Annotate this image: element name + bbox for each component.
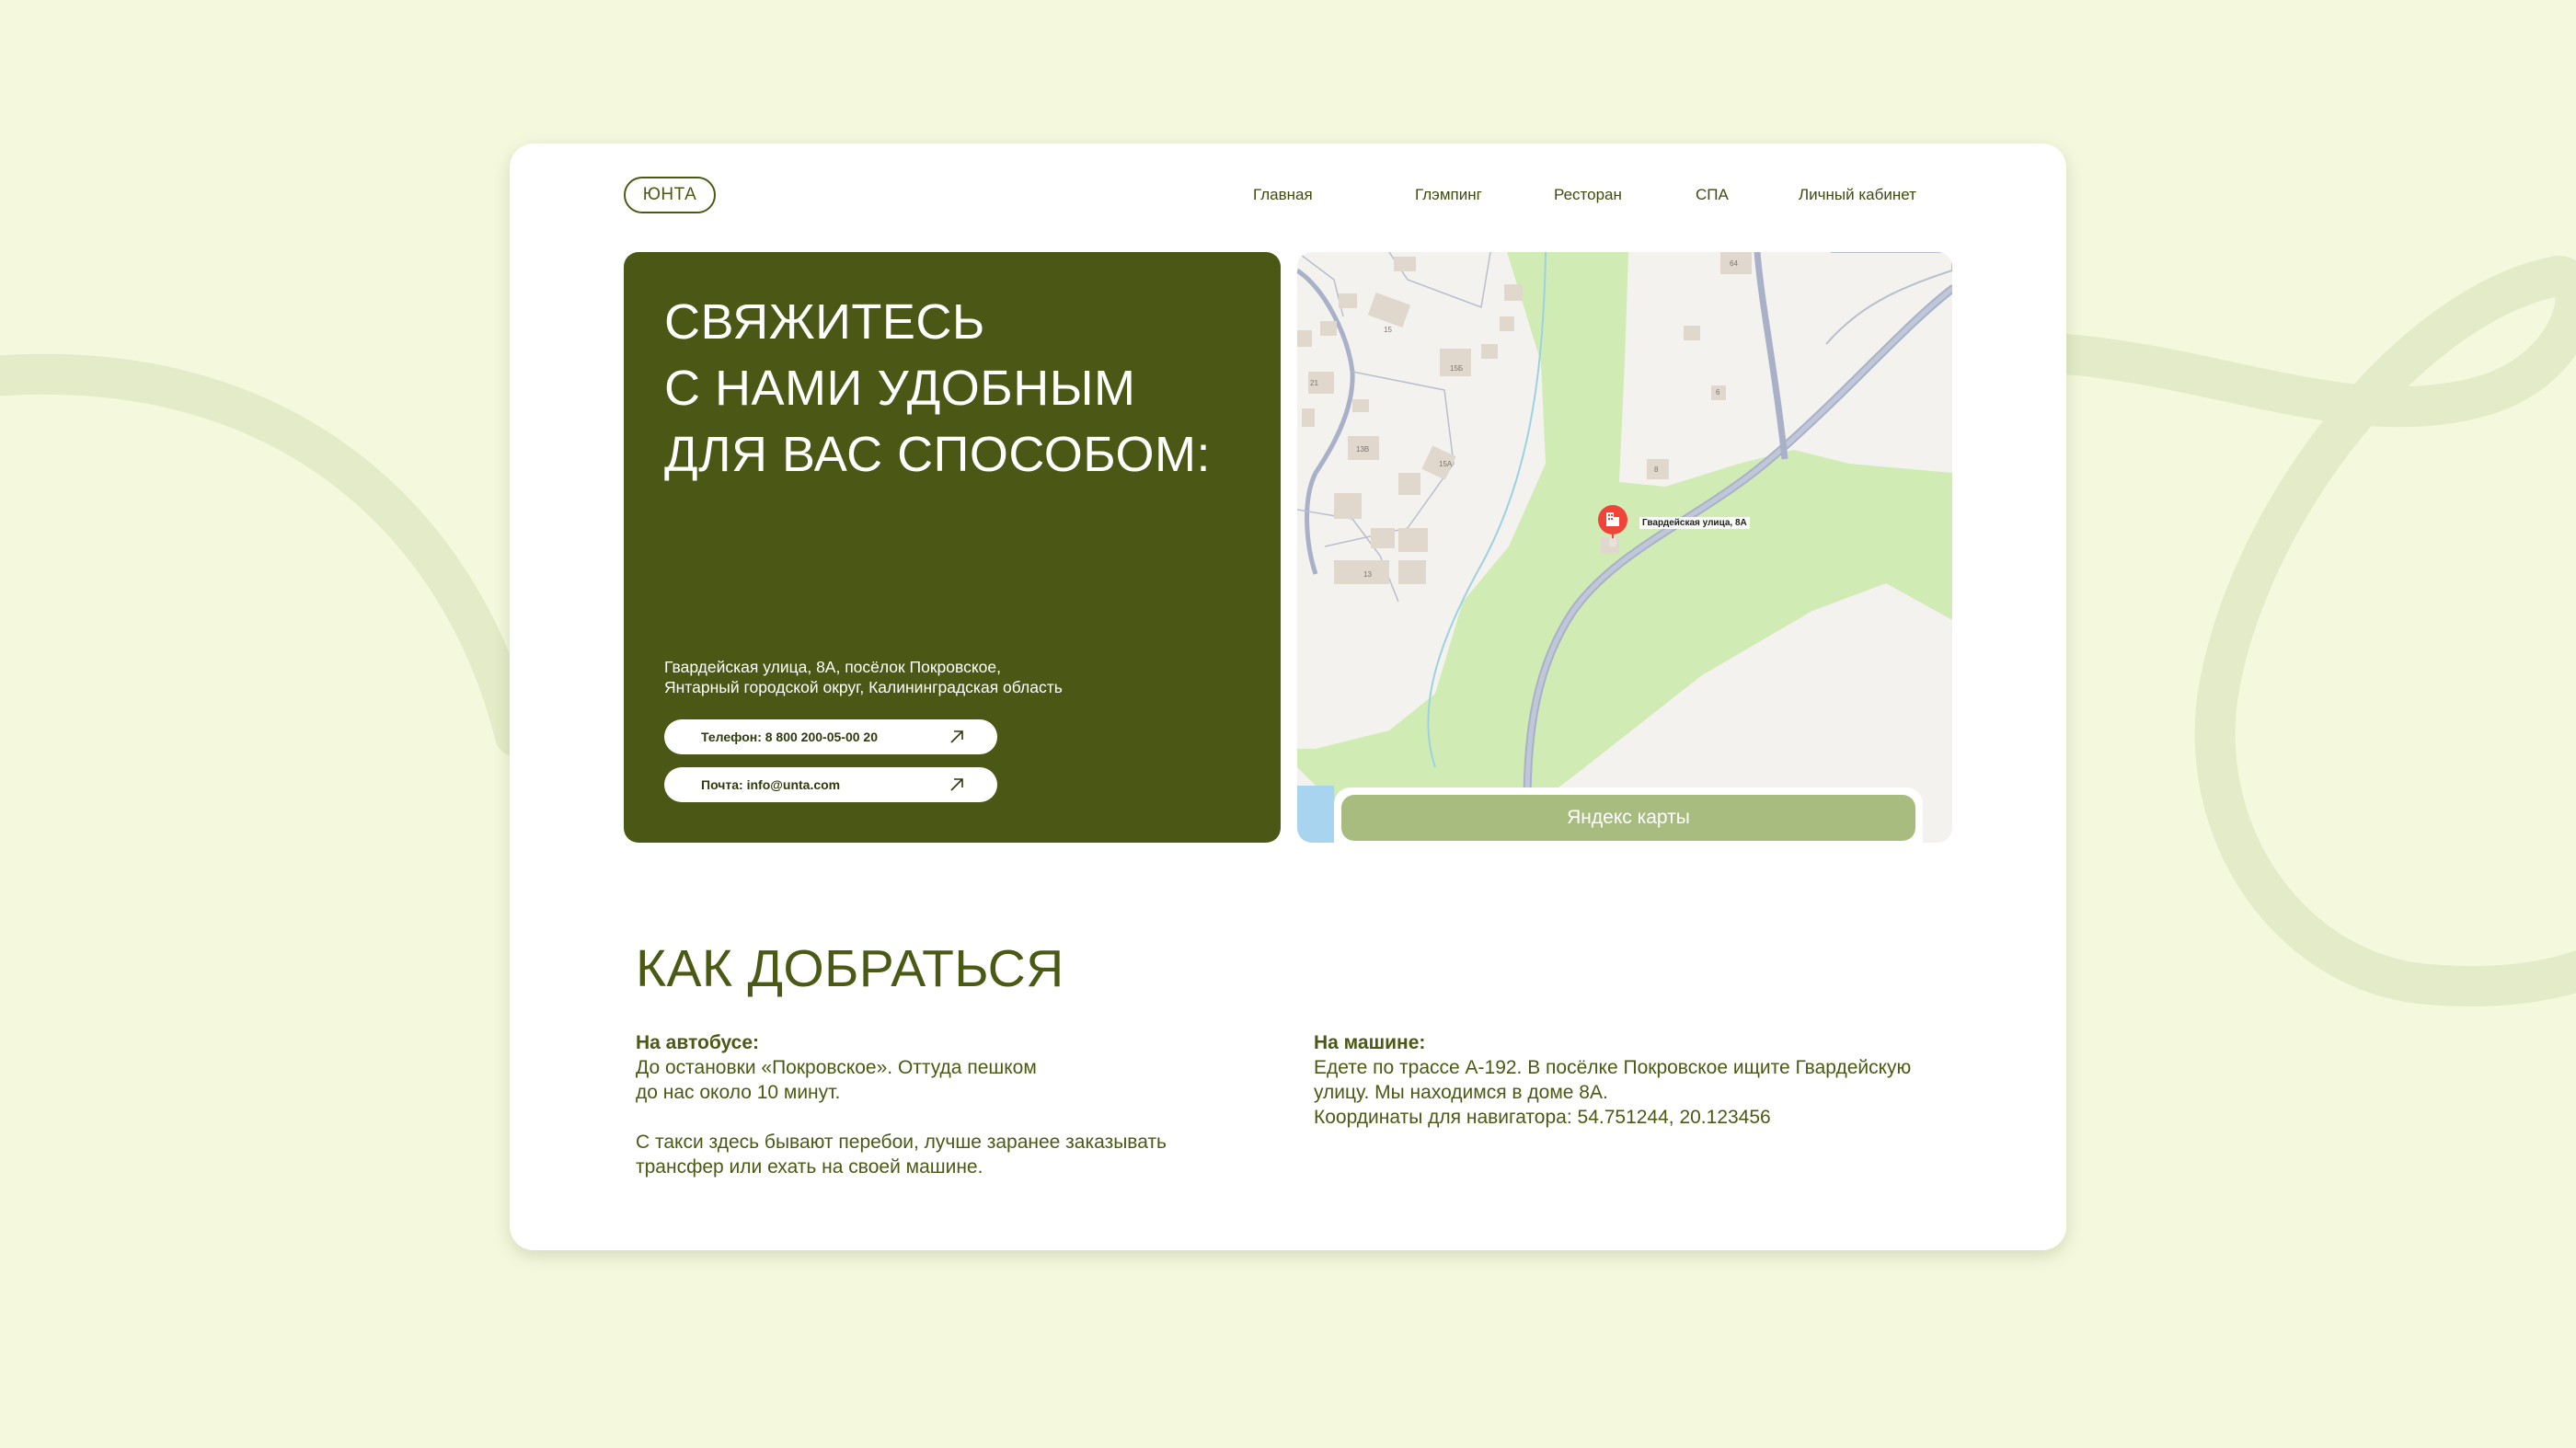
arrow-up-right-icon	[950, 778, 963, 791]
car-directions: На машине: Едете по трассе А-192. В посё…	[1314, 1030, 1995, 1130]
nav-glamping[interactable]: Глэмпинг	[1415, 186, 1482, 204]
bus-directions: На автобусе: До остановки «Покровское». …	[636, 1030, 1225, 1179]
nav-restaurant[interactable]: Ресторан	[1554, 186, 1622, 204]
phone-label: Телефон: 8 800 200-05-00 20	[701, 730, 878, 744]
nav-account[interactable]: Личный кабинет	[1799, 186, 1916, 204]
email-label: Почта: info@unta.com	[701, 777, 841, 792]
contact-panel: СВЯЖИТЕСЬ С НАМИ УДОБНЫМ ДЛЯ ВАС СПОСОБО…	[624, 252, 1281, 843]
house-number: 15	[1384, 326, 1392, 334]
directions-title: КАК ДОБРАТЬСЯ	[636, 939, 1064, 998]
house-number: 8	[1654, 465, 1659, 474]
location-map[interactable]: 64 15 15Б 21 13В 15А 6 8 13 Гвардейская …	[1297, 252, 1952, 843]
logo[interactable]: ЮНТА	[624, 177, 716, 213]
email-button[interactable]: Почта: info@unta.com	[664, 767, 997, 802]
car-text: Едете по трассе А-192. В посёлке Покровс…	[1314, 1057, 1912, 1128]
bus-note: С такси здесь бывают перебои, лучше зара…	[636, 1132, 1167, 1178]
nav-home[interactable]: Главная	[1253, 186, 1313, 204]
house-number: 64	[1730, 259, 1738, 268]
house-number: 13	[1363, 570, 1372, 579]
house-number: 13В	[1356, 445, 1370, 454]
house-number: 21	[1310, 379, 1318, 387]
contact-title: СВЯЖИТЕСЬ С НАМИ УДОБНЫМ ДЛЯ ВАС СПОСОБО…	[664, 294, 1212, 482]
car-heading: На машине:	[1314, 1032, 1426, 1053]
yandex-maps-button[interactable]: Яндекс карты	[1341, 795, 1915, 841]
bus-heading: На автобусе:	[636, 1032, 760, 1053]
building-pin-icon[interactable]	[1597, 504, 1628, 552]
contacts-page-card: ЮНТА Главная Глэмпинг Ресторан СПА Личны…	[510, 144, 2066, 1250]
map-marker-label: Гвардейская улица, 8А	[1639, 517, 1750, 529]
nav-spa[interactable]: СПА	[1696, 186, 1729, 204]
house-number: 15Б	[1450, 364, 1464, 373]
contact-address: Гвардейская улица, 8А, посёлок Покровско…	[664, 658, 1063, 696]
house-number: 15А	[1439, 460, 1453, 468]
phone-button[interactable]: Телефон: 8 800 200-05-00 20	[664, 719, 997, 754]
house-number: 6	[1716, 388, 1720, 396]
bus-text: До остановки «Покровское». Оттуда пешком…	[636, 1057, 1037, 1103]
arrow-up-right-icon	[950, 730, 963, 743]
